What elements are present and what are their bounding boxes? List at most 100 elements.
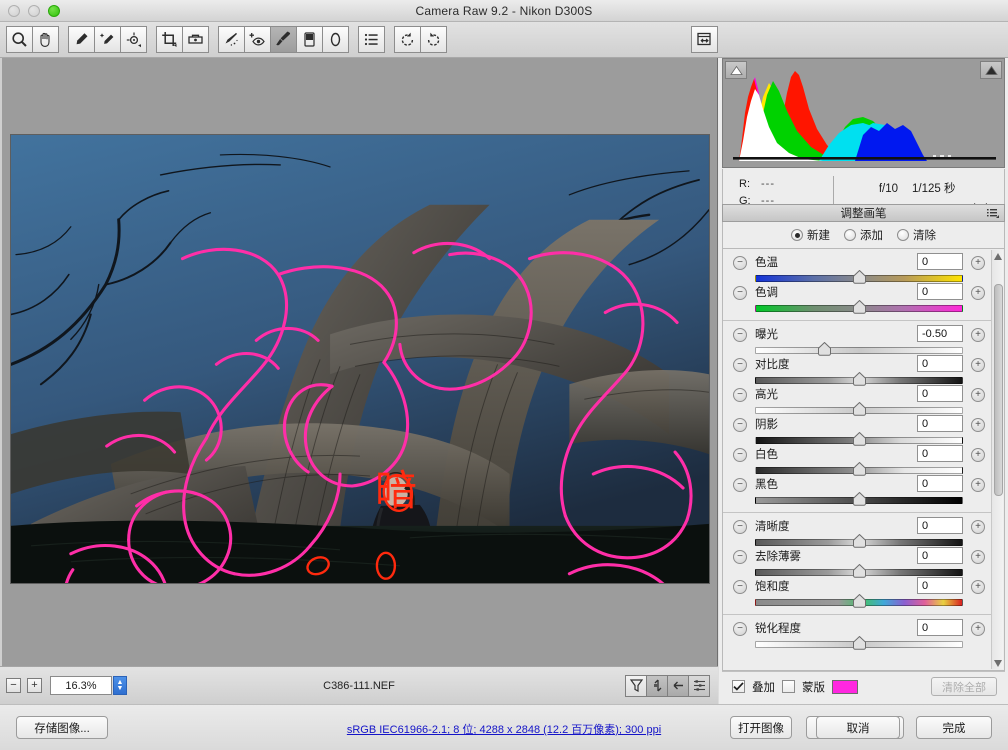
slider-thumb[interactable]	[852, 300, 867, 314]
slider-decrement-button[interactable]: −	[733, 550, 747, 564]
clear-all-button[interactable]: 清除全部	[931, 677, 997, 696]
slider-row[interactable]: − 对比度 0 +	[723, 355, 991, 386]
scroll-up-arrow[interactable]	[992, 250, 1003, 262]
slider-row[interactable]: − 阴影 0 +	[723, 415, 991, 446]
slider-increment-button[interactable]: +	[971, 550, 985, 564]
slider-thumb[interactable]	[852, 372, 867, 386]
filmstrip-button[interactable]	[688, 674, 710, 697]
slider-decrement-button[interactable]: −	[733, 286, 747, 300]
slider-thumb[interactable]	[852, 432, 867, 446]
slider-thumb[interactable]	[852, 462, 867, 476]
presets-tool-button[interactable]	[358, 26, 385, 53]
crop-tool-button[interactable]	[156, 26, 183, 53]
histogram-panel[interactable]	[722, 58, 1005, 168]
slider-increment-button[interactable]: +	[971, 520, 985, 534]
slider-panel[interactable]: − 色温 0 + − 色调 0 + − 曝光 -0.50 + − 对比度 0 + − 高光 0 + − 阴影 0 + − 白色 0 +…	[722, 248, 1005, 671]
image-canvas[interactable]: 暗 亮	[10, 134, 710, 584]
slider-increment-button[interactable]: +	[971, 418, 985, 432]
slider-value-field[interactable]: 0	[917, 475, 963, 492]
slider-row[interactable]: − 曝光 -0.50 +	[723, 325, 991, 356]
photo-preview[interactable]	[11, 135, 709, 584]
slider-value-field[interactable]: 0	[917, 253, 963, 270]
slider-thumb[interactable]	[852, 594, 867, 608]
slider-value-field[interactable]: 0	[917, 619, 963, 636]
slider-thumb[interactable]	[817, 342, 832, 356]
hand-tool-button[interactable]	[32, 26, 59, 53]
slider-row[interactable]: − 色温 0 +	[723, 253, 991, 284]
mask-checkbox[interactable]	[782, 680, 795, 693]
preferences-button[interactable]	[691, 26, 718, 53]
color-sampler-tool-button[interactable]	[94, 26, 121, 53]
slider-row[interactable]: − 锐化程度 0 +	[723, 619, 991, 650]
slider-value-field[interactable]: 0	[917, 385, 963, 402]
slider-thumb[interactable]	[852, 270, 867, 284]
slider-decrement-button[interactable]: −	[733, 328, 747, 342]
radio-add-icon[interactable]	[844, 229, 856, 241]
slider-increment-button[interactable]: +	[971, 478, 985, 492]
radio-new-icon[interactable]	[791, 229, 803, 241]
slider-row[interactable]: − 去除薄雾 0 +	[723, 547, 991, 578]
slider-decrement-button[interactable]: −	[733, 358, 747, 372]
slider-increment-button[interactable]: +	[971, 256, 985, 270]
slider-decrement-button[interactable]: −	[733, 478, 747, 492]
panel-menu-icon[interactable]	[987, 208, 999, 221]
slider-thumb[interactable]	[852, 636, 867, 650]
targeted-adjustment-tool-button[interactable]	[120, 26, 147, 53]
spot-removal-tool-button[interactable]	[218, 26, 245, 53]
slider-increment-button[interactable]: +	[971, 286, 985, 300]
slider-row[interactable]: − 黑色 0 +	[723, 475, 991, 506]
brush-mode-add[interactable]: 添加	[844, 227, 883, 243]
straighten-tool-button[interactable]	[182, 26, 209, 53]
graduated-filter-tool-button[interactable]	[296, 26, 323, 53]
slider-thumb[interactable]	[852, 534, 867, 548]
mask-color-swatch[interactable]	[832, 679, 858, 694]
rotate-ccw-tool-button[interactable]	[394, 26, 421, 53]
flip-vertical-button[interactable]	[646, 674, 668, 697]
radial-filter-tool-button[interactable]	[322, 26, 349, 53]
slider-scrollbar[interactable]	[991, 250, 1003, 669]
slider-value-field[interactable]: 0	[917, 283, 963, 300]
radio-erase-icon[interactable]	[897, 229, 909, 241]
slider-row[interactable]: − 高光 0 +	[723, 385, 991, 416]
slider-decrement-button[interactable]: −	[733, 418, 747, 432]
slider-value-field[interactable]: 0	[917, 577, 963, 594]
done-button[interactable]: 完成	[916, 716, 992, 739]
slider-value-field[interactable]: 0	[917, 547, 963, 564]
cancel-button[interactable]: 取消	[816, 716, 900, 739]
slider-increment-button[interactable]: +	[971, 580, 985, 594]
slider-increment-button[interactable]: +	[971, 622, 985, 636]
open-image-button-real[interactable]: 打开图像	[730, 716, 792, 739]
white-balance-tool-button[interactable]	[68, 26, 95, 53]
slider-decrement-button[interactable]: −	[733, 520, 747, 534]
slider-value-field[interactable]: -0.50	[917, 325, 963, 342]
scrollbar-thumb[interactable]	[994, 284, 1003, 496]
image-work-area[interactable]: 暗 亮	[0, 58, 718, 666]
slider-thumb[interactable]	[852, 402, 867, 416]
brush-mode-erase[interactable]: 清除	[897, 227, 936, 243]
slider-increment-button[interactable]: +	[971, 388, 985, 402]
slider-value-field[interactable]: 0	[917, 517, 963, 534]
slider-increment-button[interactable]: +	[971, 328, 985, 342]
slider-value-field[interactable]: 0	[917, 355, 963, 372]
overlay-checkbox[interactable]	[732, 680, 745, 693]
slider-decrement-button[interactable]: −	[733, 256, 747, 270]
filter-button[interactable]	[625, 674, 647, 697]
slider-row[interactable]: − 饱和度 0 +	[723, 577, 991, 608]
brush-mode-new[interactable]: 新建	[791, 227, 830, 243]
rotate-cw-tool-button[interactable]	[420, 26, 447, 53]
flip-horizontal-button[interactable]	[667, 674, 689, 697]
scroll-down-arrow[interactable]	[992, 657, 1004, 669]
slider-row[interactable]: − 白色 0 +	[723, 445, 991, 476]
slider-row[interactable]: − 清晰度 0 +	[723, 517, 991, 548]
slider-decrement-button[interactable]: −	[733, 448, 747, 462]
slider-decrement-button[interactable]: −	[733, 622, 747, 636]
slider-increment-button[interactable]: +	[971, 448, 985, 462]
slider-track[interactable]	[755, 347, 963, 354]
zoom-tool-button[interactable]	[6, 26, 33, 53]
slider-thumb[interactable]	[852, 492, 867, 506]
slider-thumb[interactable]	[852, 564, 867, 578]
slider-decrement-button[interactable]: −	[733, 388, 747, 402]
red-eye-tool-button[interactable]	[244, 26, 271, 53]
slider-increment-button[interactable]: +	[971, 358, 985, 372]
slider-decrement-button[interactable]: −	[733, 580, 747, 594]
